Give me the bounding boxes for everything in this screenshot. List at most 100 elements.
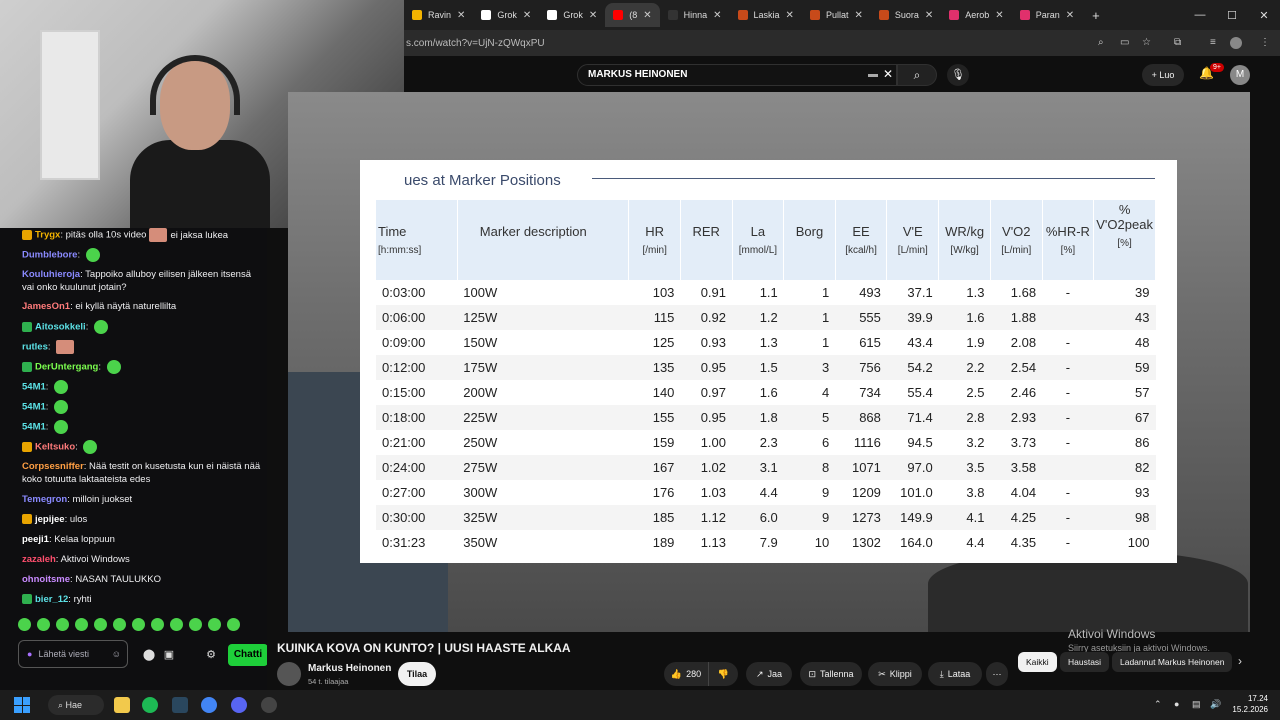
- keyboard-icon[interactable]: ▬: [868, 69, 878, 80]
- chat-username[interactable]: Dumblebore: [22, 250, 77, 261]
- table-cell: 1273: [835, 505, 887, 530]
- bookmark-star-icon[interactable]: ☆: [1142, 37, 1151, 48]
- tab-close-icon[interactable]: ✕: [854, 10, 862, 21]
- spotify-icon[interactable]: [142, 697, 158, 713]
- search-input[interactable]: MARKUS HEINONEN: [577, 64, 897, 86]
- tray-app-icon[interactable]: ●: [1174, 699, 1179, 709]
- profile-icon[interactable]: [1230, 37, 1242, 49]
- search-button[interactable]: ⌕: [897, 64, 937, 86]
- chat-username[interactable]: Kouluhieroja: [22, 269, 80, 280]
- stream-chat: Trygx: pitäs olla 10s video ei jaksa luke…: [0, 228, 267, 690]
- chat-send-button[interactable]: Chatti: [228, 644, 267, 666]
- account-avatar[interactable]: M: [1230, 65, 1250, 85]
- chevron-right-icon[interactable]: ›: [1238, 654, 1242, 668]
- windows-start-icon[interactable]: [14, 697, 30, 713]
- download-button[interactable]: ⤓ Lataa: [928, 662, 982, 686]
- tab-close-icon[interactable]: ✕: [713, 10, 721, 21]
- chip-uploaded-by[interactable]: Ladannut Markus Heinonen: [1112, 652, 1233, 672]
- chat-username[interactable]: 54M1: [22, 402, 46, 413]
- chat-username[interactable]: Keltsuko: [35, 442, 75, 453]
- chat-username[interactable]: bier_12: [35, 594, 68, 605]
- clip-button[interactable]: ✂ Klippi: [868, 662, 922, 686]
- network-icon[interactable]: ▤: [1192, 699, 1201, 710]
- close-window-icon[interactable]: ✕: [1248, 9, 1280, 22]
- table-cell: -: [1065, 285, 1071, 300]
- gear-icon[interactable]: ⚙: [204, 648, 218, 662]
- chat-badge-icon: [22, 594, 32, 605]
- tray-chevron-icon[interactable]: ⌃: [1154, 699, 1162, 710]
- dislike-button[interactable]: 👎: [708, 662, 738, 686]
- url-text[interactable]: s.com/watch?v=UjN-zQWqxPU: [406, 38, 545, 49]
- minimize-icon[interactable]: —: [1184, 9, 1216, 22]
- chat-username[interactable]: Corpsesniffer: [22, 461, 84, 472]
- tab-close-icon[interactable]: ✕: [995, 10, 1003, 21]
- volume-icon[interactable]: 🔊: [1210, 699, 1221, 710]
- browser-tab[interactable]: (8 ✕: [605, 3, 660, 27]
- steam-icon[interactable]: [172, 697, 188, 713]
- address-bar[interactable]: s.com/watch?v=UjN-zQWqxPU ⌕ ▭ ☆ ⧉ ≡ ⋮: [404, 30, 1280, 56]
- browser-tab[interactable]: Suora ✕: [871, 3, 941, 27]
- save-button[interactable]: ⊡ Tallenna: [800, 662, 862, 686]
- chat-username[interactable]: Aitosokkeli: [35, 322, 86, 333]
- subscribe-button[interactable]: Tilaa: [398, 662, 436, 686]
- browser-tab[interactable]: Aerob ✕: [941, 3, 1011, 27]
- chat-username[interactable]: peeji1: [22, 534, 49, 545]
- tab-close-icon[interactable]: ✕: [589, 10, 597, 21]
- chat-username[interactable]: 54M1: [22, 422, 46, 433]
- tab-close-icon[interactable]: ✕: [523, 10, 531, 21]
- chat-username[interactable]: rutles: [22, 342, 48, 353]
- clock-time[interactable]: 17.24: [1234, 694, 1268, 703]
- share-button[interactable]: ↗ Jaa: [746, 662, 792, 686]
- store-icon[interactable]: ▣: [162, 648, 176, 662]
- chat-username[interactable]: ohnoitsme: [22, 574, 70, 585]
- reading-list-icon[interactable]: ≡: [1210, 37, 1216, 48]
- channel-name[interactable]: Markus Heinonen: [308, 663, 391, 674]
- zoom-icon[interactable]: ⌕: [1098, 37, 1104, 48]
- share-arrow-icon: ↗: [755, 668, 764, 679]
- bits-icon[interactable]: ⬤: [142, 648, 156, 662]
- file-explorer-icon[interactable]: [114, 697, 130, 713]
- discord-icon[interactable]: [231, 697, 247, 713]
- taskbar-search[interactable]: ⌕ Hae: [48, 695, 104, 715]
- maximize-icon[interactable]: ☐: [1216, 9, 1248, 22]
- chrome-icon[interactable]: [201, 697, 217, 713]
- channel-avatar[interactable]: [277, 662, 301, 686]
- browser-tab[interactable]: Grok ✕: [539, 3, 605, 27]
- voice-search-button[interactable]: 🎙: [947, 64, 969, 86]
- chat-username[interactable]: jepijee: [35, 514, 65, 525]
- tab-close-icon[interactable]: ✕: [643, 10, 651, 21]
- extensions-icon[interactable]: ⧉: [1174, 37, 1181, 48]
- column-name: V'O2: [1002, 224, 1031, 239]
- more-actions-button[interactable]: ⋯: [986, 662, 1008, 686]
- emote-picker-icon[interactable]: ☺: [112, 649, 121, 659]
- chip-all[interactable]: Kaikki: [1018, 652, 1057, 672]
- chat-username[interactable]: 54M1: [22, 382, 46, 393]
- clear-search-icon[interactable]: ✕: [883, 67, 893, 81]
- table-row: 0:15:00 200W 140 0.97 1.6 4 734 55.4 2.5 2.46 - 57: [376, 380, 1156, 405]
- tab-close-icon[interactable]: ✕: [1066, 10, 1074, 21]
- chat-username[interactable]: JamesOn1: [22, 301, 70, 312]
- clock-date[interactable]: 15.2.2026: [1226, 705, 1268, 714]
- create-button[interactable]: + Luo: [1142, 64, 1184, 86]
- tab-close-icon[interactable]: ✕: [457, 10, 465, 21]
- chat-username[interactable]: Temegron: [22, 494, 67, 505]
- browser-tab[interactable]: Ravin ✕: [404, 3, 473, 27]
- chip-search[interactable]: Haustasi: [1060, 652, 1110, 672]
- like-button[interactable]: 👍 280: [664, 662, 708, 686]
- chat-username[interactable]: DerUntergang: [35, 362, 98, 373]
- obs-icon[interactable]: [261, 697, 277, 713]
- chat-username[interactable]: Trygx: [35, 230, 60, 241]
- browser-tab[interactable]: Pullat ✕: [802, 3, 871, 27]
- menu-kebab-icon[interactable]: ⋮: [1260, 37, 1270, 48]
- tab-close-icon[interactable]: ✕: [925, 10, 933, 21]
- browser-tab[interactable]: Grok ✕: [473, 3, 539, 27]
- new-tab-icon[interactable]: +: [1092, 8, 1100, 23]
- browser-tab[interactable]: Laskia ✕: [730, 3, 802, 27]
- tab-close-icon[interactable]: ✕: [786, 10, 794, 21]
- browser-tab[interactable]: Hinna ✕: [660, 3, 730, 27]
- chat-input[interactable]: ● Lähetä viesti ☺: [18, 640, 128, 668]
- browser-tab[interactable]: Paran ✕: [1012, 3, 1082, 27]
- chat-emote-row[interactable]: [18, 618, 240, 634]
- chat-username[interactable]: zazaleh: [22, 554, 56, 565]
- cast-icon[interactable]: ▭: [1120, 37, 1129, 48]
